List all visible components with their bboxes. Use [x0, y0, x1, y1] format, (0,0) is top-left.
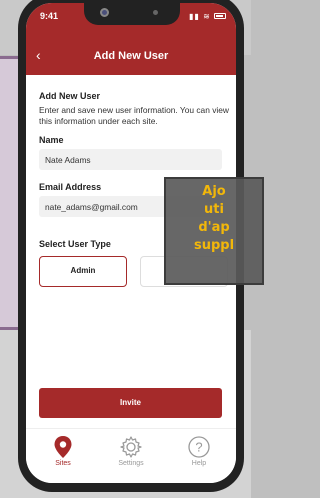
sensor-icon [153, 10, 158, 15]
form-section-title: Add New User [39, 91, 101, 101]
invite-button[interactable]: Invite [39, 388, 222, 418]
user-type-admin-button[interactable]: Admin [39, 256, 127, 287]
tab-help[interactable]: ? Help [174, 435, 224, 467]
help-icon: ? [188, 436, 210, 458]
page-title: Add New User [93, 50, 169, 62]
notch [84, 3, 180, 25]
tab-sites[interactable]: Sites [38, 435, 88, 467]
system-icons: ▮▮ ≋ [189, 12, 226, 21]
battery-icon [214, 13, 226, 19]
bottom-tab-bar: Sites Settings ? Help [26, 428, 236, 483]
form-description: Enter and save new user information. You… [39, 105, 229, 126]
tab-settings-label: Settings [118, 460, 144, 467]
tab-sites-label: Sites [55, 460, 71, 467]
status-bar: 9:41 ▮▮ ≋ [26, 3, 236, 39]
overlay-line: uti [204, 202, 224, 217]
user-type-label: Select User Type [39, 239, 111, 249]
signal-icon: ▮▮ [189, 12, 200, 21]
gear-icon [120, 436, 142, 458]
location-pin-icon [54, 436, 72, 458]
tab-help-label: Help [191, 460, 207, 467]
overlay-line: d'ap [198, 220, 230, 235]
tab-settings[interactable]: Settings [106, 435, 156, 467]
name-label: Name [39, 135, 64, 145]
overlay-line: Ajo [202, 184, 226, 199]
camera-icon [100, 8, 109, 17]
app-header: ‹ Add New User [26, 39, 236, 75]
wifi-icon: ≋ [203, 12, 211, 21]
name-field[interactable]: Nate Adams [39, 149, 222, 170]
translation-overlay: Ajo uti d'ap suppl [164, 177, 264, 285]
overlay-line: suppl [193, 238, 235, 253]
status-time: 9:41 [40, 11, 59, 21]
svg-text:?: ? [195, 440, 202, 455]
